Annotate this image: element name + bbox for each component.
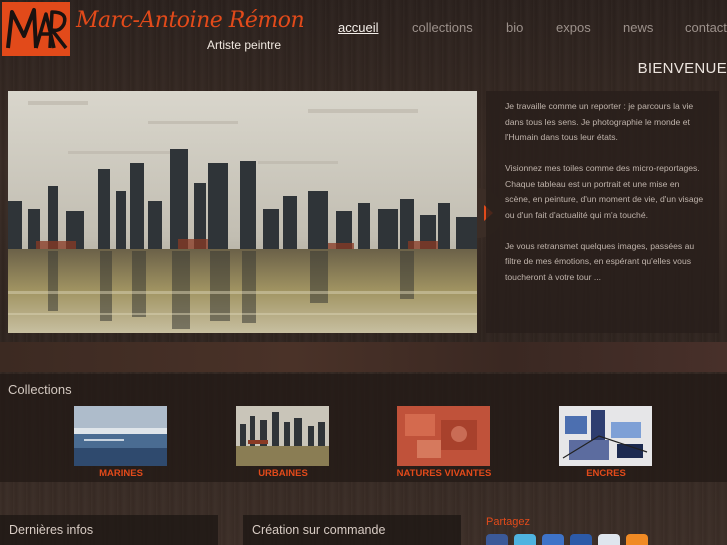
myspace-icon[interactable] [570,534,592,545]
collection-thumb-natures-vivantes[interactable] [397,406,490,466]
collection-thumb-urbaines[interactable] [236,406,329,466]
welcome-heading: BIENVENUE [637,60,727,77]
collection-encres[interactable]: ENCRES [559,406,652,479]
logo-monogram [2,2,70,56]
nav-collections[interactable]: collections [412,20,506,40]
twitter-icon[interactable] [514,534,536,545]
commission-panel: Création sur commande [243,515,461,545]
nav-contact[interactable]: contact [685,20,727,40]
decorative-band [0,342,727,372]
rss-icon[interactable] [626,534,648,545]
collection-urbaines[interactable]: URBAINES [236,406,329,479]
intro-paragraph-3: Je vous retransmet quelques images, pass… [505,240,695,282]
commission-panel-title: Création sur commande [252,523,386,537]
collection-thumb-encres[interactable] [559,406,652,466]
nav-expos[interactable]: expos [556,20,623,40]
hero-painting[interactable] [8,91,477,333]
artist-name: Marc-Antoine Rémon [76,8,305,33]
site-logo[interactable]: Marc-Antoine Rémon Artiste peintre [0,0,305,58]
news-panel-title: Dernières infos [9,523,94,537]
nav-news[interactable]: news [623,20,685,40]
google-icon[interactable] [598,534,620,545]
collections-title: Collections [8,382,72,397]
collection-thumb-marines[interactable] [74,406,167,466]
collection-label-marines[interactable]: MARINES [51,468,191,479]
collection-label-encres[interactable]: ENCRES [536,468,676,479]
collection-label-urbaines[interactable]: URBAINES [213,468,353,479]
news-panel: Dernières infos [0,515,218,545]
collection-marines[interactable]: MARINES [74,406,167,479]
intro-paragraph-1: Je travaille comme un reporter : je parc… [505,101,694,142]
facebook-icon[interactable] [486,534,508,545]
intro-paragraph-2: Visionnez mes toiles comme des micro-rep… [505,163,704,220]
collections-section: Collections MARINES URBAINES NATURES VIV… [0,374,727,482]
artist-subtitle: Artiste peintre [207,38,282,52]
share-icons [486,534,654,545]
nav-accueil[interactable]: accueil [338,20,412,40]
collection-natures-vivantes[interactable]: NATURES VIVANTES [397,406,491,479]
intro-text-box: Je travaille comme un reporter : je parc… [486,91,719,333]
share-title: Partagez [486,516,531,528]
main-nav: accueil collections bio expos news conta… [338,20,727,40]
collection-label-natures-vivantes[interactable]: NATURES VIVANTES [374,468,514,479]
nav-bio[interactable]: bio [506,20,556,40]
delicious-icon[interactable] [542,534,564,545]
